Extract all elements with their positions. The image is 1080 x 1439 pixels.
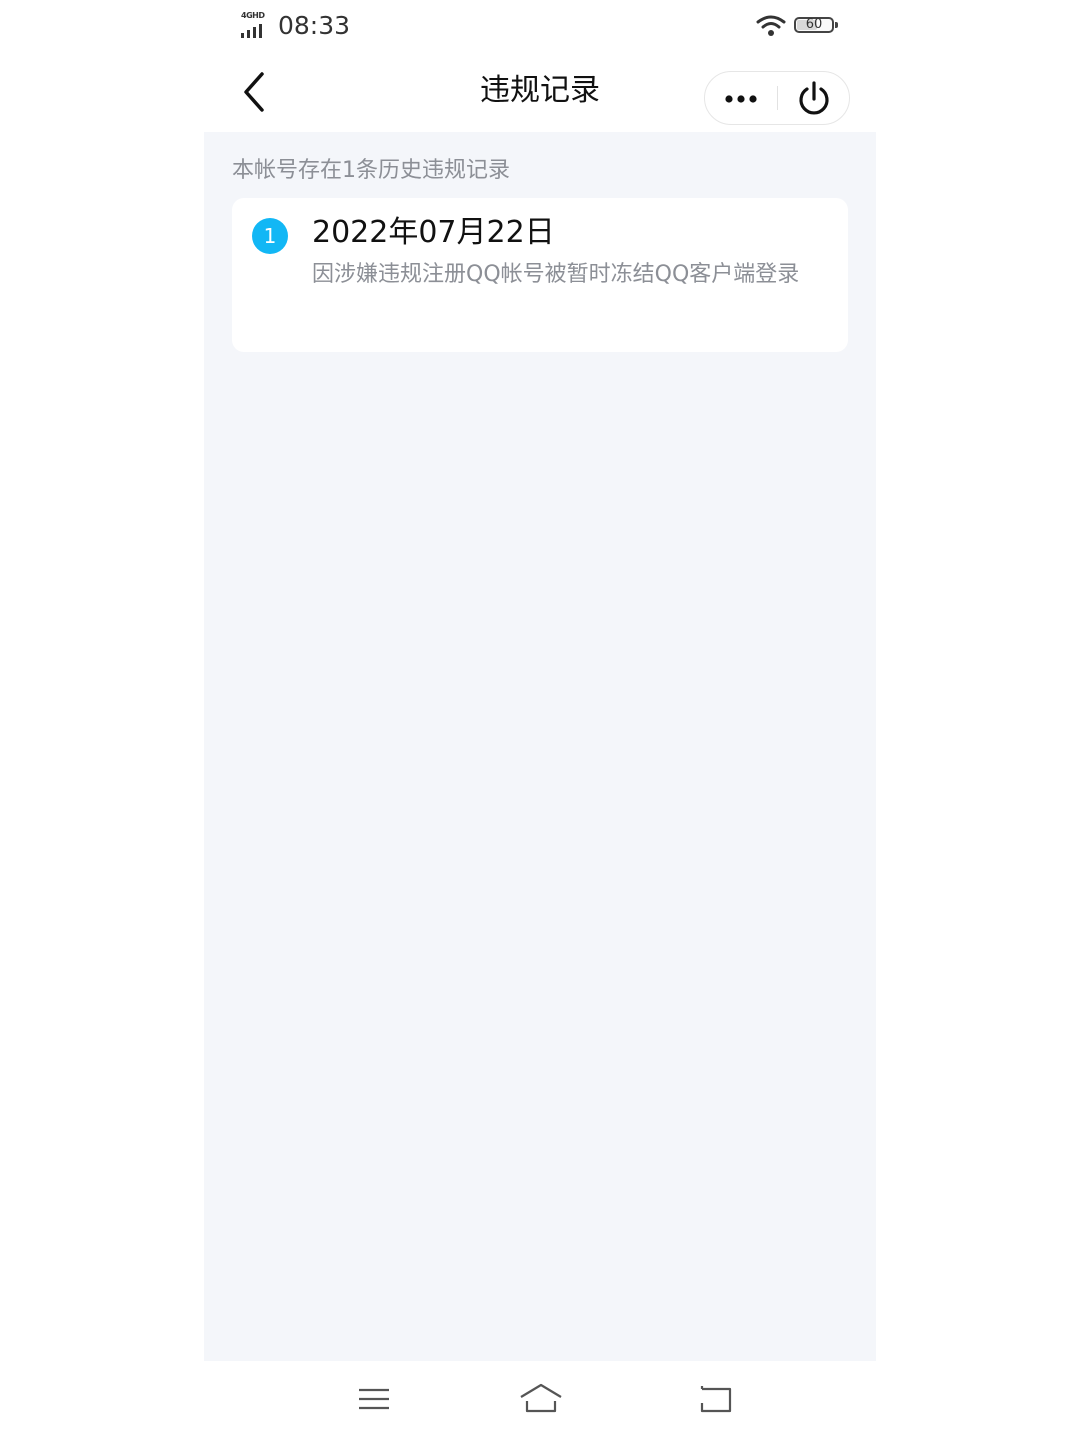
menu-icon	[359, 1388, 389, 1410]
home-icon	[520, 1383, 562, 1413]
system-back-button[interactable]	[696, 1381, 736, 1417]
system-menu-button[interactable]	[354, 1381, 394, 1417]
back-icon	[700, 1386, 732, 1413]
record-description: 因涉嫌违规注册QQ帐号被暂时冻结QQ客户端登录	[312, 262, 800, 287]
mini-program-capsule	[704, 71, 850, 125]
wifi-icon	[756, 15, 786, 36]
battery-icon: 60	[794, 17, 838, 33]
more-dots-icon	[725, 95, 757, 103]
status-bar: 4GHD 08:33 60	[204, 0, 876, 52]
power-icon	[799, 81, 829, 115]
record-card: 1 2022年07月22日 因涉嫌违规注册QQ帐号被暂时冻结QQ客户端登录	[232, 198, 848, 352]
network-type-label: 4GHD	[241, 11, 265, 20]
more-button[interactable]	[705, 72, 777, 124]
nav-bar: 违规记录	[204, 52, 876, 132]
status-time: 08:33	[278, 11, 351, 40]
close-button[interactable]	[778, 72, 850, 124]
system-nav-bar	[204, 1361, 876, 1439]
battery-level: 60	[805, 17, 823, 32]
record-index-badge: 1	[252, 218, 288, 254]
content-area: 本帐号存在1条历史违规记录 1 2022年07月22日 因涉嫌违规注册QQ帐号被…	[204, 132, 876, 1361]
phone-screen: 4GHD 08:33 60 违规记录 本帐号存在1条历史违规记录 1 2022年…	[204, 0, 876, 1439]
system-home-button[interactable]	[518, 1381, 564, 1417]
record-date: 2022年07月22日	[312, 215, 555, 250]
record-summary: 本帐号存在1条历史违规记录	[232, 158, 510, 183]
signal-icon: 4GHD	[241, 12, 271, 38]
